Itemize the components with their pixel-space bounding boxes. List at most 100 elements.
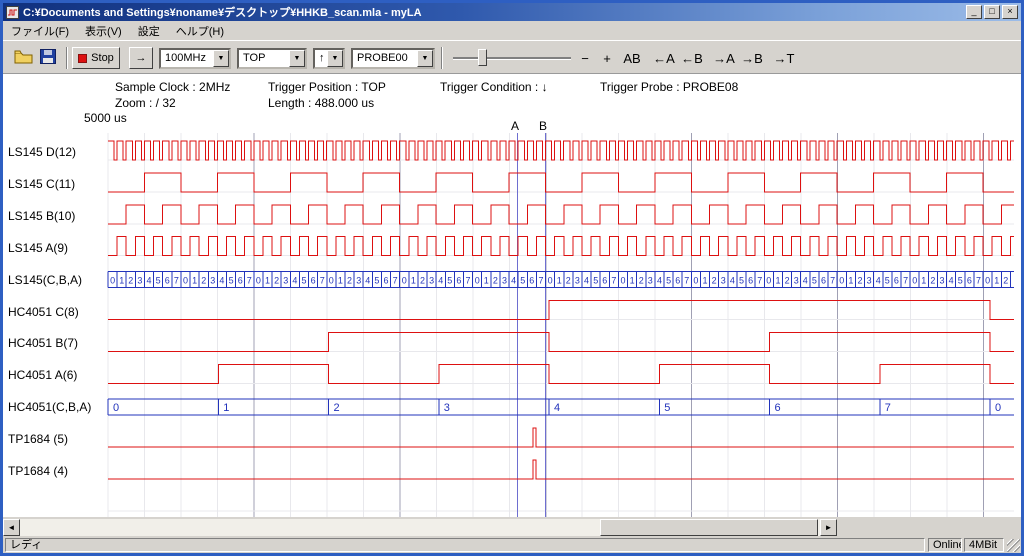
svg-text:1: 1 xyxy=(223,402,229,414)
svg-text:6: 6 xyxy=(967,276,972,286)
svg-text:6: 6 xyxy=(675,276,680,286)
waveform-area[interactable]: 0123456701234567012345670123456701234567… xyxy=(0,0,1024,556)
resize-grip[interactable] xyxy=(1007,539,1020,552)
channel-label-4[interactable]: LS145(C,B,A) xyxy=(8,273,82,287)
svg-text:7: 7 xyxy=(247,276,252,286)
svg-text:0: 0 xyxy=(693,276,698,286)
svg-text:6: 6 xyxy=(456,276,461,286)
svg-text:2: 2 xyxy=(785,276,790,286)
svg-text:5: 5 xyxy=(812,276,817,286)
svg-text:0: 0 xyxy=(620,276,625,286)
svg-text:0: 0 xyxy=(475,276,480,286)
svg-text:4: 4 xyxy=(584,276,589,286)
status-message: レディ xyxy=(5,538,925,552)
horizontal-scrollbar[interactable]: ◄ ► xyxy=(3,519,837,536)
channel-label-10[interactable]: TP1684 (4) xyxy=(8,464,68,478)
svg-text:0: 0 xyxy=(183,276,188,286)
svg-text:5: 5 xyxy=(156,276,161,286)
svg-text:5: 5 xyxy=(958,276,963,286)
svg-text:5: 5 xyxy=(301,276,306,286)
channel-label-2[interactable]: LS145 B(10) xyxy=(8,209,75,223)
svg-text:1: 1 xyxy=(338,276,343,286)
svg-text:2: 2 xyxy=(334,402,340,414)
svg-text:6: 6 xyxy=(821,276,826,286)
svg-text:4: 4 xyxy=(292,276,297,286)
svg-text:2: 2 xyxy=(347,276,352,286)
svg-text:4: 4 xyxy=(219,276,224,286)
channel-label-7[interactable]: HC4051 A(6) xyxy=(8,368,77,382)
svg-text:5: 5 xyxy=(739,276,744,286)
svg-text:3: 3 xyxy=(356,276,361,286)
svg-text:5: 5 xyxy=(885,276,890,286)
svg-text:6: 6 xyxy=(775,402,781,414)
channel-label-8[interactable]: HC4051(C,B,A) xyxy=(8,400,91,414)
svg-text:4: 4 xyxy=(365,276,370,286)
svg-text:0: 0 xyxy=(402,276,407,286)
svg-text:1: 1 xyxy=(484,276,489,286)
svg-text:0: 0 xyxy=(995,402,1001,414)
svg-text:2: 2 xyxy=(274,276,279,286)
svg-text:3: 3 xyxy=(137,276,142,286)
svg-text:1: 1 xyxy=(994,276,999,286)
svg-text:3: 3 xyxy=(429,276,434,286)
svg-text:4: 4 xyxy=(730,276,735,286)
svg-text:0: 0 xyxy=(985,276,990,286)
svg-text:0: 0 xyxy=(912,276,917,286)
svg-text:4: 4 xyxy=(146,276,151,286)
svg-text:7: 7 xyxy=(903,276,908,286)
svg-text:2: 2 xyxy=(857,276,862,286)
svg-text:2: 2 xyxy=(1003,276,1008,286)
svg-text:0: 0 xyxy=(329,276,334,286)
cursor-b-label[interactable]: B xyxy=(539,119,547,133)
svg-text:0: 0 xyxy=(548,276,553,286)
svg-text:7: 7 xyxy=(885,402,891,414)
channel-label-0[interactable]: LS145 D(12) xyxy=(8,145,76,159)
app-window: C:¥Documents and Settings¥noname¥デスクトップ¥… xyxy=(0,0,1024,556)
svg-text:0: 0 xyxy=(256,276,261,286)
svg-text:4: 4 xyxy=(511,276,516,286)
svg-text:6: 6 xyxy=(311,276,316,286)
scroll-thumb[interactable] xyxy=(600,519,818,536)
svg-text:1: 1 xyxy=(775,276,780,286)
svg-text:3: 3 xyxy=(210,276,215,286)
svg-text:0: 0 xyxy=(113,402,119,414)
channel-label-6[interactable]: HC4051 B(7) xyxy=(8,336,78,350)
svg-text:7: 7 xyxy=(611,276,616,286)
svg-text:7: 7 xyxy=(830,276,835,286)
channel-label-1[interactable]: LS145 C(11) xyxy=(8,177,75,191)
svg-text:3: 3 xyxy=(575,276,580,286)
svg-text:4: 4 xyxy=(876,276,881,286)
scroll-right-icon[interactable]: ► xyxy=(820,519,837,536)
svg-text:2: 2 xyxy=(201,276,206,286)
svg-text:6: 6 xyxy=(602,276,607,286)
svg-text:6: 6 xyxy=(748,276,753,286)
svg-text:3: 3 xyxy=(283,276,288,286)
scroll-left-icon[interactable]: ◄ xyxy=(3,519,20,536)
svg-text:2: 2 xyxy=(930,276,935,286)
channel-label-9[interactable]: TP1684 (5) xyxy=(8,432,68,446)
svg-text:5: 5 xyxy=(520,276,525,286)
status-bar: レディ Online 4MBit xyxy=(3,537,1021,553)
channel-label-5[interactable]: HC4051 C(8) xyxy=(8,305,79,319)
timebase-label: 5000 us xyxy=(84,111,127,125)
svg-text:4: 4 xyxy=(554,402,560,414)
channel-label-3[interactable]: LS145 A(9) xyxy=(8,241,68,255)
svg-text:3: 3 xyxy=(794,276,799,286)
cursor-a-label[interactable]: A xyxy=(511,119,519,133)
svg-text:0: 0 xyxy=(839,276,844,286)
svg-text:5: 5 xyxy=(664,402,670,414)
svg-text:6: 6 xyxy=(894,276,899,286)
svg-text:2: 2 xyxy=(493,276,498,286)
svg-text:2: 2 xyxy=(128,276,133,286)
svg-text:1: 1 xyxy=(265,276,270,286)
svg-text:7: 7 xyxy=(538,276,543,286)
svg-text:5: 5 xyxy=(374,276,379,286)
svg-text:4: 4 xyxy=(949,276,954,286)
status-memory: 4MBit xyxy=(964,538,1004,552)
svg-text:1: 1 xyxy=(702,276,707,286)
svg-text:3: 3 xyxy=(721,276,726,286)
svg-text:7: 7 xyxy=(684,276,689,286)
svg-text:1: 1 xyxy=(921,276,926,286)
svg-text:1: 1 xyxy=(119,276,124,286)
svg-text:5: 5 xyxy=(593,276,598,286)
